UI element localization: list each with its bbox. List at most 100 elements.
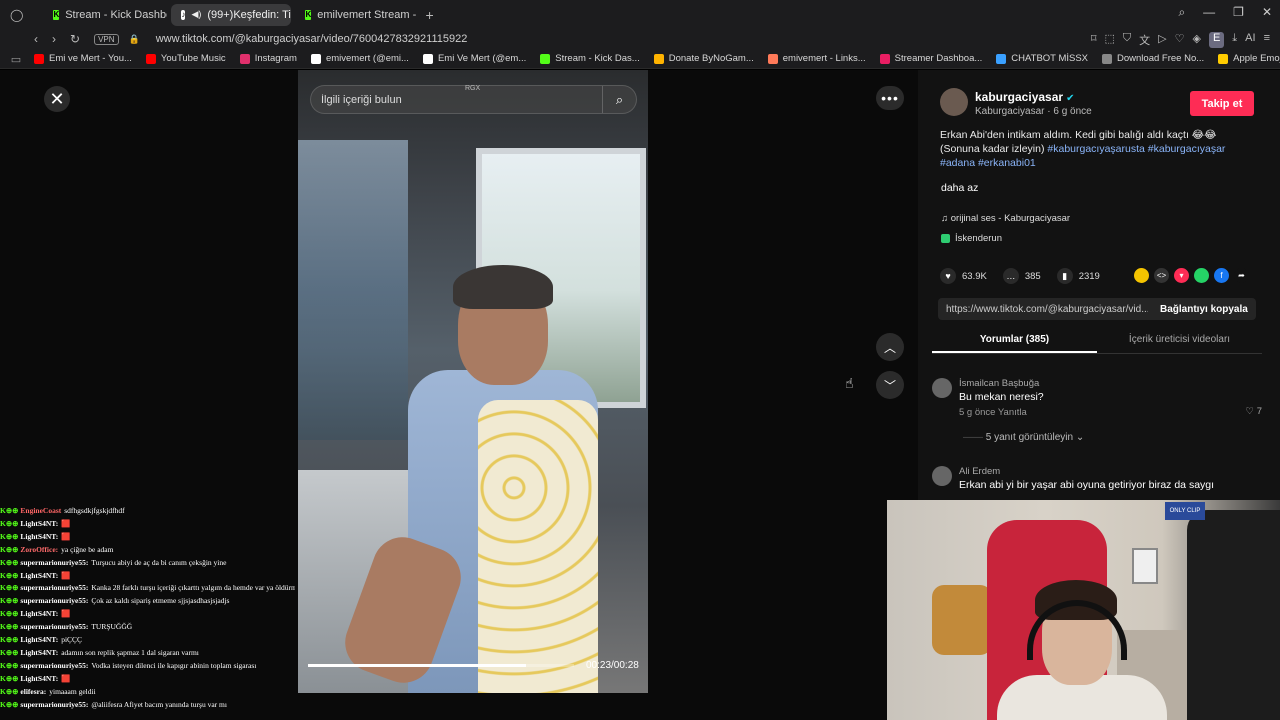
chat-badges-icon: K⊕⊕ (0, 557, 19, 567)
comment-like[interactable]: ♡ 7 (1246, 406, 1262, 417)
screenshot-icon[interactable]: ⬚ (1104, 32, 1114, 48)
sound-link[interactable]: ♫ orijinal ses - Kaburgaciyasar (941, 213, 1070, 224)
chat-message: K⊕⊕ supermarionuriye55: Vodka isteyen dile… (0, 660, 295, 673)
chat-username[interactable]: LightS4NT: (20, 635, 58, 644)
tab-comments[interactable]: Yorumlar (385) (932, 330, 1097, 353)
chat-username[interactable]: ZoroOffice: (20, 545, 58, 554)
post-link[interactable]: https://www.tiktok.com/@kaburgaciyasar/v… (946, 304, 1148, 315)
cube-icon[interactable]: ◈ (1192, 32, 1200, 48)
download-icon[interactable]: ⤓ (1232, 32, 1237, 48)
menu-icon[interactable]: ≡ (1264, 32, 1270, 48)
close-viewer-button[interactable]: ✕ (44, 86, 70, 112)
speaker-icon[interactable]: ◀) (191, 9, 201, 20)
search-icon[interactable]: ⌕ (602, 86, 636, 113)
tab-creator-videos[interactable]: İçerik üreticisi videoları (1097, 330, 1262, 353)
bookmark-item[interactable]: CHATBOT MİSSX (996, 53, 1088, 64)
extension-badge[interactable]: E (1208, 32, 1225, 48)
search-icon[interactable]: ⌕ (1178, 5, 1185, 20)
author-name[interactable]: kaburgaciyasar ✔ (975, 90, 1074, 104)
ai-button[interactable]: AI (1245, 32, 1255, 48)
bookmark-item[interactable]: Apple Emoji listesi... (1218, 53, 1280, 64)
related-search-input[interactable] (321, 93, 591, 106)
close-window-icon[interactable]: ✕ (1262, 5, 1272, 20)
comment-meta[interactable]: 5 g önce Yanıtla (959, 407, 1027, 418)
chat-username[interactable]: EngineCoast (20, 506, 61, 515)
bookmark-item[interactable]: emivemert (@emi... (310, 53, 409, 64)
bookmark-item[interactable]: emivemert - Links... (767, 53, 866, 64)
translate-icon[interactable]: 文 (1139, 32, 1150, 48)
facebook-icon[interactable]: f (1214, 268, 1229, 283)
minimize-icon[interactable]: — (1203, 5, 1215, 20)
chat-username[interactable]: LightS4NT: (20, 674, 58, 683)
whatsapp-icon[interactable] (1194, 268, 1209, 283)
more-options-button[interactable]: ••• (876, 86, 904, 110)
sidebar-wallet-icon[interactable]: ▭ (11, 53, 21, 66)
chat-text: yimaaam geldii (49, 686, 96, 696)
bookmark-item[interactable]: Donate ByNoGam... (653, 53, 754, 64)
bookmark-item[interactable]: Instagram (239, 53, 297, 64)
chat-message: K⊕⊕ LightS4NT: 🟥 (0, 531, 295, 544)
bookmark-item[interactable]: Emi Ve Mert (@em... (422, 53, 526, 64)
chat-text: 🟥 (61, 673, 71, 683)
chat-username[interactable]: LightS4NT: (20, 519, 58, 528)
chat-badges-icon: K⊕⊕ (0, 660, 19, 670)
lock-icon: 🔒 (128, 33, 140, 44)
share-buttons: <> ▾ f ➦ (1134, 268, 1249, 283)
chat-username[interactable]: supermarionuriye55: (20, 596, 88, 605)
bookmark-item[interactable]: YouTube Music (145, 53, 226, 64)
follow-button[interactable]: Takip et (1190, 91, 1254, 116)
bookmark-item[interactable]: Emi ve Mert - You... (34, 53, 132, 64)
chat-username[interactable]: LightS4NT: (20, 571, 58, 580)
save-button[interactable]: ▮ 2319 (1056, 268, 1100, 284)
vpn-badge[interactable]: VPN (94, 33, 119, 45)
coin-icon[interactable] (1134, 268, 1149, 283)
show-less-link[interactable]: daha az (941, 182, 978, 194)
bookmark-icon[interactable]: ⌑ (1091, 32, 1097, 48)
comment-avatar[interactable] (932, 466, 952, 486)
bookmark-item[interactable]: Download Free No... (1102, 53, 1204, 64)
video-progress-bar[interactable] (308, 664, 574, 667)
tab-kick-dashboard[interactable]: K Stream - Kick Dashboard (43, 4, 167, 26)
browser-menu-icon[interactable]: ◯ (10, 8, 23, 22)
chat-username[interactable]: supermarionuriye55: (20, 700, 88, 709)
chat-username[interactable]: supermarionuriye55: (20, 583, 88, 592)
reload-icon[interactable]: ↻ (70, 32, 80, 46)
new-tab-button[interactable]: + (425, 7, 433, 23)
tab-tiktok[interactable]: ♪ ◀) (99+)Keşfedin: TikTo (171, 3, 292, 26)
location-tag[interactable]: İskenderun (941, 233, 1002, 244)
chat-badges-icon: K⊕⊕ (0, 596, 19, 606)
view-replies-link[interactable]: —— 5 yanıt görüntüleyin ⌄ (963, 432, 1084, 443)
play-icon[interactable]: ▷ (1158, 32, 1166, 48)
comment-avatar[interactable] (932, 378, 952, 398)
chat-username[interactable]: LightS4NT: (20, 532, 58, 541)
next-video-button[interactable]: ﹀ (876, 371, 904, 399)
author-avatar[interactable] (940, 88, 968, 116)
previous-video-button[interactable]: ︿ (876, 333, 904, 361)
embed-icon[interactable]: <> (1154, 268, 1169, 283)
chat-username[interactable]: supermarionuriye55: (20, 622, 88, 631)
like-button[interactable]: ♥ 63.9K (940, 268, 987, 284)
chat-username[interactable]: elifesra: (20, 687, 46, 696)
chat-username[interactable]: supermarionuriye55: (20, 558, 88, 567)
forward-icon[interactable]: › (52, 32, 56, 46)
comment-user[interactable]: İsmailcan Başbuğa (959, 378, 1039, 389)
bookmark-item[interactable]: Streamer Dashboa... (879, 53, 982, 64)
chat-username[interactable]: LightS4NT: (20, 609, 58, 618)
maximize-icon[interactable]: ❐ (1233, 5, 1244, 20)
chat-text: Vodka isteyen dilenci ile kapıgır abinin… (91, 660, 257, 670)
video-player[interactable] (298, 70, 648, 693)
chat-username[interactable]: supermarionuriye55: (20, 661, 88, 670)
share-arrow-icon[interactable]: ➦ (1234, 268, 1249, 283)
comment-user[interactable]: Ali Erdem (959, 466, 1000, 477)
back-icon[interactable]: ‹ (34, 32, 38, 46)
copy-link-button[interactable]: Bağlantıyı kopyala (1160, 304, 1248, 315)
chat-username[interactable]: LightS4NT: (20, 648, 58, 657)
window-controls: ⌕ — ❐ ✕ (1178, 5, 1272, 20)
tab-kick-stream[interactable]: K emilvemert Stream - Kick (295, 4, 417, 26)
url-text[interactable]: www.tiktok.com/@kaburgaciyasar/video/760… (156, 33, 468, 45)
shield-icon[interactable]: ⛉ (1123, 32, 1131, 48)
comment-button[interactable]: … 385 (1002, 268, 1041, 284)
heart-icon[interactable]: ♡ (1175, 32, 1185, 48)
bookmark-item[interactable]: Stream - Kick Das... (540, 53, 640, 64)
send-icon[interactable]: ▾ (1174, 268, 1189, 283)
